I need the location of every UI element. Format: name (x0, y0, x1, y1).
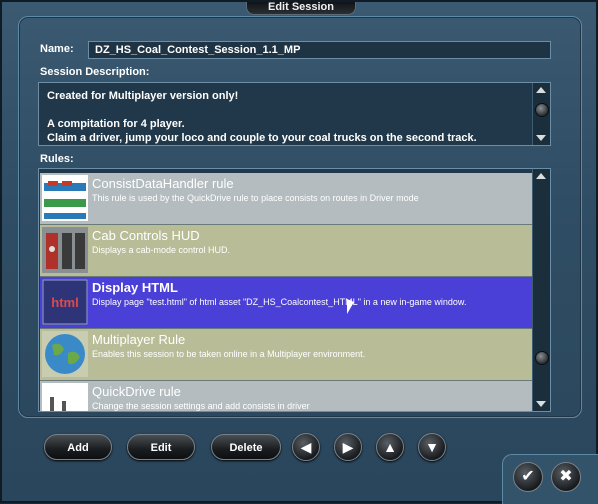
move-up-button[interactable]: ▲ (376, 433, 404, 461)
check-icon: ✔ (521, 468, 535, 485)
cab-controls-icon (42, 227, 88, 273)
description-label: Session Description: (40, 66, 150, 78)
name-label: Name: (40, 43, 74, 55)
arrow-up-icon: ▲ (383, 439, 397, 455)
rule-name: QuickDrive rule (92, 384, 181, 399)
rules-scrollbar[interactable] (532, 169, 550, 411)
arrow-right-icon: ▶ (342, 439, 354, 455)
mouse-cursor-icon (347, 299, 354, 314)
scroll-up-arrow-icon[interactable] (536, 87, 546, 93)
window-title: Edit Session (246, 2, 356, 15)
rules-list: ConsistDataHandler rule This rule is use… (38, 168, 551, 412)
cancel-button[interactable]: ✖ (551, 462, 581, 492)
ok-button[interactable]: ✔ (513, 462, 543, 492)
arrow-left-icon: ◀ (300, 439, 312, 455)
move-right-button[interactable]: ▶ (334, 433, 362, 461)
edit-button[interactable]: Edit (127, 434, 195, 460)
rule-description: Displays a cab-mode control HUD. (92, 245, 231, 255)
scroll-thumb[interactable] (535, 351, 549, 365)
delete-button[interactable]: Delete (211, 434, 281, 460)
rules-label: Rules: (40, 153, 74, 165)
scroll-down-arrow-icon[interactable] (536, 401, 546, 407)
train-icon (42, 175, 88, 221)
scroll-down-arrow-icon[interactable] (536, 135, 546, 141)
rule-item-cab-controls-hud[interactable]: Cab Controls HUD Displays a cab-mode con… (40, 225, 534, 277)
rule-name: Display HTML (92, 280, 178, 295)
quickdrive-icon (42, 383, 88, 411)
rule-description: Enables this session to be taken online … (92, 349, 366, 359)
add-button[interactable]: Add (44, 434, 112, 460)
move-left-button[interactable]: ◀ (292, 433, 320, 461)
move-down-button[interactable]: ▼ (418, 433, 446, 461)
rule-name: Cab Controls HUD (92, 228, 200, 243)
session-name-field[interactable]: DZ_HS_Coal_Contest_Session_1.1_MP (88, 41, 551, 59)
rule-item-multiplayer-rule[interactable]: Multiplayer Rule Enables this session to… (40, 329, 534, 381)
scroll-up-arrow-icon[interactable] (536, 173, 546, 179)
rule-item-display-html[interactable]: html Display HTML Display page "test.htm… (40, 277, 534, 329)
session-description-field[interactable]: Created for Multiplayer version only! A … (38, 82, 551, 146)
rule-item-consistdatahandler[interactable]: ConsistDataHandler rule This rule is use… (40, 173, 534, 225)
edit-session-window: Edit Session Name: DZ_HS_Coal_Contest_Se… (0, 0, 598, 504)
arrow-down-icon: ▼ (425, 439, 439, 455)
scroll-thumb[interactable] (535, 103, 549, 117)
rule-name: Multiplayer Rule (92, 332, 186, 347)
svg-text:html: html (51, 295, 78, 310)
rule-description: Display page "test.html" of html asset "… (92, 297, 467, 307)
rule-description: Change the session settings and add cons… (92, 401, 310, 411)
rule-description: This rule is used by the QuickDrive rule… (92, 193, 419, 203)
description-scrollbar[interactable] (532, 83, 550, 145)
rule-name: ConsistDataHandler rule (92, 176, 234, 191)
globe-icon (42, 331, 88, 377)
html-icon: html (42, 279, 88, 325)
rule-item-quickdrive-rule[interactable]: QuickDrive rule Change the session setti… (40, 381, 534, 411)
close-icon: ✖ (559, 468, 573, 485)
description-text: Created for Multiplayer version only! A … (47, 90, 477, 144)
